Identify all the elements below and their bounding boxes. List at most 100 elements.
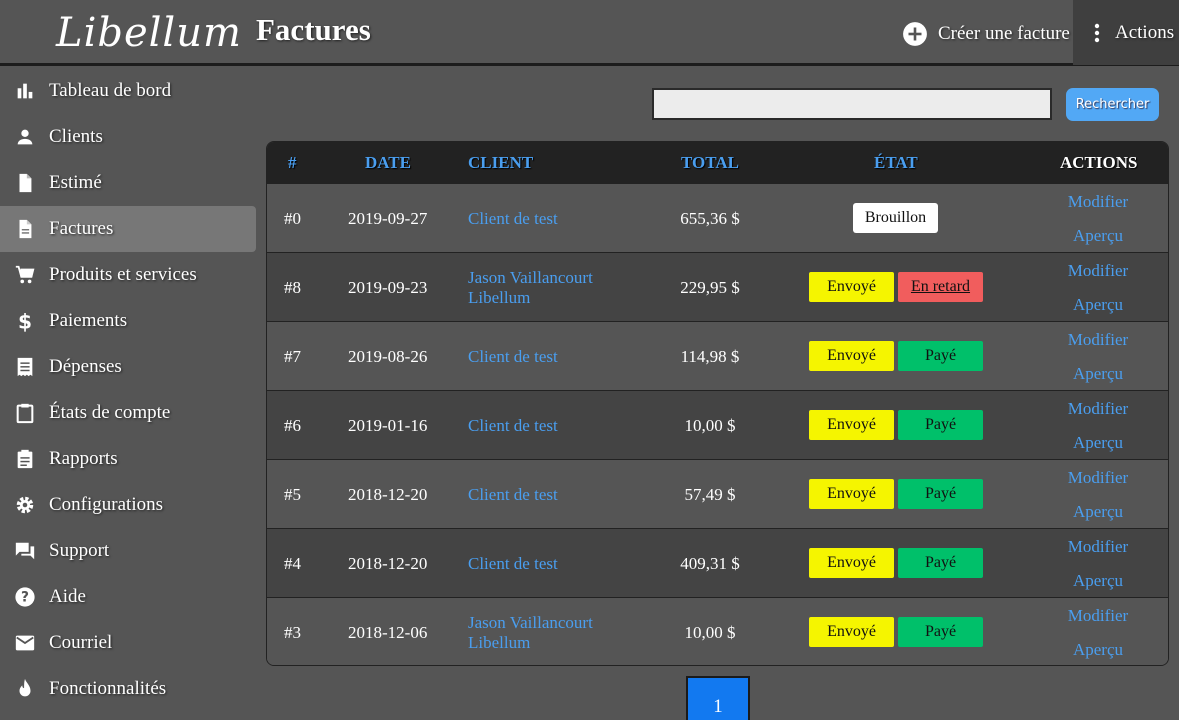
actions-menu-button[interactable]: Actions bbox=[1073, 0, 1179, 65]
person-icon bbox=[13, 125, 37, 149]
sidebar-item-label: Fonctionnalités bbox=[49, 678, 167, 699]
sidebar-item-statements[interactable]: États de compte bbox=[0, 390, 256, 436]
top-header: Libellum Factures Créer une facture Acti… bbox=[0, 0, 1179, 66]
logo-text: Libellum bbox=[56, 10, 242, 56]
invoice-date: 2019-01-16 bbox=[348, 416, 428, 435]
add-circle-icon bbox=[903, 22, 927, 46]
preview-link[interactable]: Aperçu bbox=[1038, 640, 1158, 660]
sidebar-item-support[interactable]: Support bbox=[0, 528, 256, 574]
edit-link[interactable]: Modifier bbox=[1038, 468, 1158, 488]
edit-link[interactable]: Modifier bbox=[1038, 192, 1158, 212]
column-header-date[interactable]: Date bbox=[365, 142, 411, 183]
sidebar-item-products[interactable]: Produits et services bbox=[0, 252, 256, 298]
sidebar-item-expenses[interactable]: Dépenses bbox=[0, 344, 256, 390]
invoice-date: 2019-09-23 bbox=[348, 278, 428, 297]
preview-link[interactable]: Aperçu bbox=[1038, 571, 1158, 591]
sidebar-item-dashboard[interactable]: Tableau de bord bbox=[0, 68, 256, 114]
edit-link[interactable]: Modifier bbox=[1038, 606, 1158, 626]
status-badge-sent: Envoyé bbox=[809, 617, 894, 647]
sidebar-item-label: Support bbox=[49, 540, 110, 561]
create-invoice-label: Créer une facture bbox=[938, 23, 1070, 44]
preview-link[interactable]: Aperçu bbox=[1038, 226, 1158, 246]
table-header: # Date Client Total État Actions bbox=[267, 142, 1168, 183]
sidebar-item-reports[interactable]: Rapports bbox=[0, 436, 256, 482]
status-badge-late[interactable]: En retard bbox=[898, 272, 983, 302]
dollar-icon: $ bbox=[13, 309, 37, 333]
client-link[interactable]: Client de test bbox=[468, 347, 638, 367]
status-badge-paid: Payé bbox=[898, 548, 983, 578]
client-name: Client de test bbox=[468, 485, 558, 504]
bar-chart-icon bbox=[13, 79, 37, 103]
client-name: Client de test bbox=[468, 416, 558, 435]
status-badge-sent: Envoyé bbox=[809, 272, 894, 302]
logo[interactable]: Libellum bbox=[56, 8, 241, 58]
svg-text:$: $ bbox=[18, 310, 32, 332]
client-name: Client de test bbox=[468, 347, 558, 366]
sidebar-item-label: Rapports bbox=[49, 448, 118, 469]
sidebar-item-help[interactable]: ? Aide bbox=[0, 574, 256, 620]
invoice-number: #6 bbox=[284, 416, 301, 435]
invoice-total: 10,00 $ bbox=[684, 416, 736, 435]
invoice-date: 2018-12-20 bbox=[348, 554, 428, 573]
sidebar-item-features[interactable]: Fonctionnalités bbox=[0, 666, 256, 712]
mail-icon bbox=[13, 631, 37, 655]
sidebar-item-settings[interactable]: Configurations bbox=[0, 482, 256, 528]
invoice-number: #4 bbox=[284, 554, 301, 573]
receipt-icon bbox=[13, 355, 37, 379]
preview-link[interactable]: Aperçu bbox=[1038, 433, 1158, 453]
sidebar-item-payments[interactable]: $ Paiements bbox=[0, 298, 256, 344]
table-row: #8 2019-09-23 Jason Vaillancourt Libellum… bbox=[267, 252, 1168, 321]
sidebar-item-label: Clients bbox=[49, 126, 103, 147]
invoice-total: 655,36 $ bbox=[680, 209, 740, 228]
sidebar-item-clients[interactable]: Clients bbox=[0, 114, 256, 160]
client-link[interactable]: Client de test bbox=[468, 209, 638, 229]
assignment-icon bbox=[13, 447, 37, 471]
client-name: Client de test bbox=[468, 554, 558, 573]
edit-link[interactable]: Modifier bbox=[1038, 330, 1158, 350]
table-row: #7 2019-08-26 Client de test 114,98 $ En… bbox=[267, 321, 1168, 390]
fire-icon bbox=[13, 677, 37, 701]
invoice-total: 409,31 $ bbox=[680, 554, 740, 573]
sidebar-item-label: Produits et services bbox=[49, 264, 197, 285]
search-input[interactable] bbox=[652, 88, 1052, 120]
invoice-number: #3 bbox=[284, 623, 301, 642]
edit-link[interactable]: Modifier bbox=[1038, 261, 1158, 281]
preview-link[interactable]: Aperçu bbox=[1038, 364, 1158, 384]
gear-icon bbox=[13, 493, 37, 517]
sidebar-item-label: États de compte bbox=[49, 402, 171, 423]
create-invoice-button[interactable]: Créer une facture bbox=[902, 18, 1070, 50]
page-title: Factures bbox=[256, 12, 371, 47]
document-icon bbox=[13, 217, 37, 241]
client-link[interactable]: Client de test bbox=[468, 485, 638, 505]
sidebar-item-invoices[interactable]: Factures bbox=[0, 206, 256, 252]
invoice-date: 2019-09-27 bbox=[348, 209, 428, 228]
column-header-total[interactable]: Total bbox=[681, 142, 739, 183]
column-header-client[interactable]: Client bbox=[468, 142, 533, 183]
edit-link[interactable]: Modifier bbox=[1038, 537, 1158, 557]
column-header-number[interactable]: # bbox=[288, 142, 297, 183]
client-link[interactable]: Jason Vaillancourt Libellum bbox=[468, 268, 638, 308]
edit-link[interactable]: Modifier bbox=[1038, 399, 1158, 419]
client-link[interactable]: Client de test bbox=[468, 554, 638, 574]
client-name: Client de test bbox=[468, 209, 558, 228]
invoice-date: 2018-12-06 bbox=[348, 623, 428, 642]
client-link[interactable]: Jason Vaillancourt Libellum bbox=[468, 613, 638, 653]
invoice-total: 10,00 $ bbox=[684, 623, 736, 642]
invoice-number: #0 bbox=[284, 209, 301, 228]
search-button[interactable]: Rechercher bbox=[1066, 88, 1159, 121]
invoice-total: 114,98 $ bbox=[680, 347, 740, 366]
preview-link[interactable]: Aperçu bbox=[1038, 295, 1158, 315]
table-row: #4 2018-12-20 Client de test 409,31 $ En… bbox=[267, 528, 1168, 597]
cart-icon bbox=[13, 263, 37, 287]
more-vert-icon bbox=[1094, 23, 1100, 42]
status-badge-sent: Envoyé bbox=[809, 479, 894, 509]
table-row: #0 2019-09-27 Client de test 655,36 $ Br… bbox=[267, 183, 1168, 252]
column-header-actions: Actions bbox=[1060, 153, 1138, 172]
sidebar-item-email[interactable]: Courriel bbox=[0, 620, 256, 666]
help-icon: ? bbox=[13, 585, 37, 609]
column-header-status[interactable]: État bbox=[874, 142, 918, 183]
sidebar-item-estimates[interactable]: Estimé bbox=[0, 160, 256, 206]
preview-link[interactable]: Aperçu bbox=[1038, 502, 1158, 522]
client-link[interactable]: Client de test bbox=[468, 416, 638, 436]
pagination-page-1[interactable]: 1 bbox=[686, 676, 750, 720]
